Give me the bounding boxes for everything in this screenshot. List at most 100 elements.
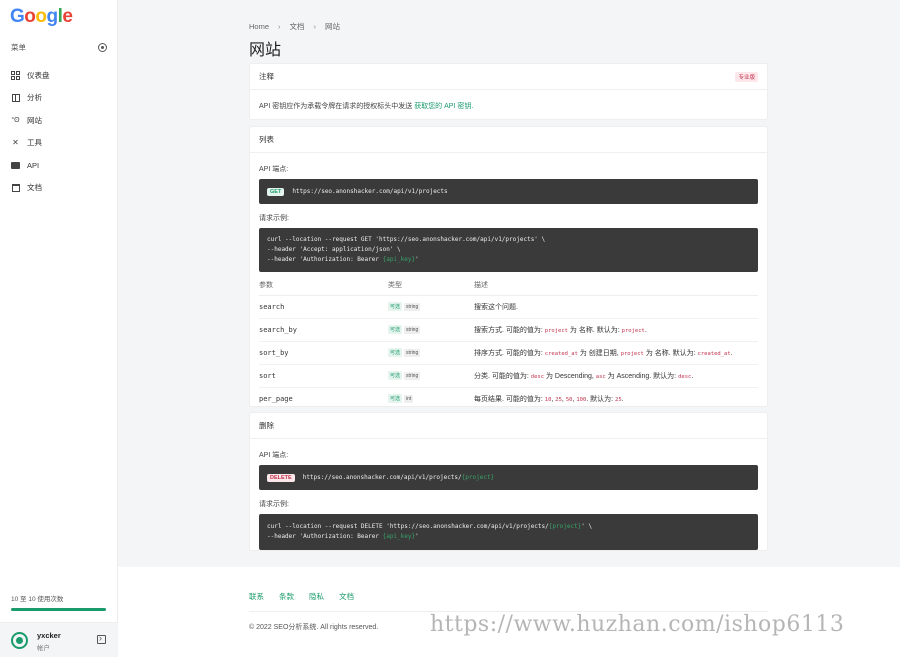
desc-code: project <box>621 327 645 334</box>
code-text: curl --location --request DELETE 'https:… <box>267 523 549 530</box>
sidebar-item-dashboard[interactable]: 仪表盘 <box>11 64 107 87</box>
avatar <box>11 632 28 649</box>
desc-code: created_at <box>697 350 731 357</box>
get-api-key-link[interactable]: 获取您的 API 密钥. <box>414 103 473 110</box>
watermark: https://www.huzhan.com/ishop6113 <box>430 612 845 637</box>
menu-toggle-icon[interactable] <box>98 43 107 52</box>
desc-code: project <box>544 327 568 334</box>
method-badge-delete: DELETE <box>267 473 295 482</box>
page-title: 网站 <box>249 42 282 59</box>
endpoint-box: DELETE https://seo.anonshacker.com/api/v… <box>259 465 758 490</box>
sidebar-item-label: 工具 <box>27 138 42 148</box>
logo-letter: G <box>10 6 25 27</box>
sidebar-item-label: API <box>27 160 40 170</box>
list-card-header: 列表 <box>250 127 767 153</box>
pro-badge: 专业版 <box>735 71 758 82</box>
desc-text: 为 Descending, <box>544 372 596 380</box>
optional-tag: 可选 <box>388 371 403 380</box>
desc-code: project <box>620 350 644 357</box>
desc-text: . <box>644 326 647 334</box>
usage-text: 10 至 10 使用次数 <box>11 596 64 603</box>
breadcrumb-docs[interactable]: 文档 <box>290 21 305 32</box>
col-header-param: 参数 <box>259 276 388 296</box>
code-text: ' <box>415 533 419 540</box>
google-logo[interactable]: Google <box>10 6 73 28</box>
type-tag: string <box>404 303 421 311</box>
desc-text: . 默认为: <box>586 395 616 403</box>
code-text: ' <box>415 256 419 263</box>
chevron-right-icon: › <box>313 22 317 31</box>
type-tag: string <box>404 349 421 357</box>
sidebar-item-label: 分析 <box>27 93 42 103</box>
sidebar-item-tools[interactable]: ✕ 工具 <box>11 132 107 155</box>
code-text: ' \ <box>581 523 593 530</box>
footer-link-contact[interactable]: 联系 <box>249 591 264 602</box>
table-row: sort_by 可选 string 排序方式. 可能的值为: created_at… <box>259 341 758 365</box>
param-name: per_page <box>259 394 293 403</box>
code-line: curl --location --request GET 'https://s… <box>267 236 546 243</box>
method-badge-get: GET <box>267 187 285 196</box>
desc-code: 25 <box>615 396 622 403</box>
code-line: --header 'Authorization: Bearer {api_key… <box>267 532 750 542</box>
sidebar-item-docs[interactable]: 文档 <box>11 177 107 200</box>
col-header-desc: 描述 <box>474 276 758 296</box>
desc-text: 每页结果. 可能的值为: <box>474 395 545 403</box>
param-desc: 搜索方式. 可能的值为: project 为 名称. 默认为: project. <box>474 318 758 342</box>
param-desc: 排序方式. 可能的值为: created_at 为 创建日期, project … <box>474 341 758 365</box>
col-header-type: 类型 <box>388 276 474 296</box>
note-card-header: 注释 专业版 <box>250 64 767 90</box>
params-header-row: 参数 类型 描述 <box>259 276 758 296</box>
sidebar-item-analytics[interactable]: 分析 <box>11 87 107 110</box>
footer-link-docs[interactable]: 文档 <box>339 591 354 602</box>
usage-progress-fill <box>11 608 106 611</box>
param-name: sort <box>259 364 388 388</box>
docs-icon <box>11 183 20 192</box>
desc-code: 100 <box>576 396 587 403</box>
account-subtitle: 帐户 <box>37 645 50 652</box>
note-card-title: 注释 <box>259 72 274 81</box>
logout-icon[interactable] <box>97 633 106 644</box>
param-type-cell: 可选 string <box>388 364 474 388</box>
table-row: search_by 可选 string 搜索方式. 可能的值为: project … <box>259 318 758 342</box>
chevron-right-icon: › <box>278 22 281 31</box>
note-text: API 密钥应作为承载令牌在请求的授权标头中发送 获取您的 API 密钥. <box>259 90 758 111</box>
sidebar-item-website[interactable]: °ʘ 网站 <box>11 109 107 132</box>
sidebar-item-label: 仪表盘 <box>27 70 50 80</box>
list-card-title: 列表 <box>259 135 274 144</box>
footer-link-privacy[interactable]: 隐私 <box>309 591 324 602</box>
sidebar-item-api[interactable]: API <box>11 154 107 177</box>
footer-links: 联系 条款 隐私 文档 <box>249 591 354 602</box>
list-card: 列表 API 端点: GET https://seo.anonshacker.c… <box>249 126 768 407</box>
breadcrumb-home[interactable]: Home <box>249 22 269 31</box>
endpoint-label: API 端点: <box>259 166 289 173</box>
param-type-cell: 可选 string <box>388 341 474 365</box>
param-type-cell: 可选 string <box>388 318 474 342</box>
endpoint-box: GET https://seo.anonshacker.com/api/v1/p… <box>259 179 758 204</box>
code-line: --header 'Authorization: Bearer {api_key… <box>267 255 750 265</box>
logo-letter: e <box>62 6 73 27</box>
code-text: --header 'Authorization: Bearer <box>267 256 383 263</box>
usage-meter: 10 至 10 使用次数 <box>11 593 106 611</box>
desc-text: 排序方式. 可能的值为: <box>474 349 545 357</box>
account-panel[interactable]: yxcker 帐户 <box>0 622 118 657</box>
param-desc: 搜索这个问题. <box>474 295 758 319</box>
optional-tag: 可选 <box>388 394 403 404</box>
usage-progress-bar <box>11 608 106 611</box>
api-key-placeholder: {api_key} <box>382 533 416 540</box>
dashboard-icon <box>11 70 20 80</box>
desc-text: 分类. 可能的值为: <box>474 372 531 380</box>
type-tag: string <box>404 372 421 380</box>
type-tag: int <box>404 395 414 404</box>
footer-link-terms[interactable]: 条款 <box>279 591 294 602</box>
param-name: search_by <box>259 318 388 342</box>
endpoint-url: https://seo.anonshacker.com/api/v1/proje… <box>302 474 462 481</box>
example-label: 请求示例: <box>259 215 289 222</box>
sidebar-item-label: 文档 <box>27 183 42 193</box>
param-desc: 分类. 可能的值为: desc 为 Descending, asc 为 Asce… <box>474 364 758 388</box>
logo-letter: o <box>24 6 36 27</box>
logo-letter: o <box>35 6 47 27</box>
desc-text: 搜索方式. 可能的值为: <box>474 326 545 334</box>
param-name: search <box>259 295 388 319</box>
desc-code: desc <box>530 373 545 380</box>
code-line: curl --location --request DELETE 'https:… <box>267 522 750 532</box>
